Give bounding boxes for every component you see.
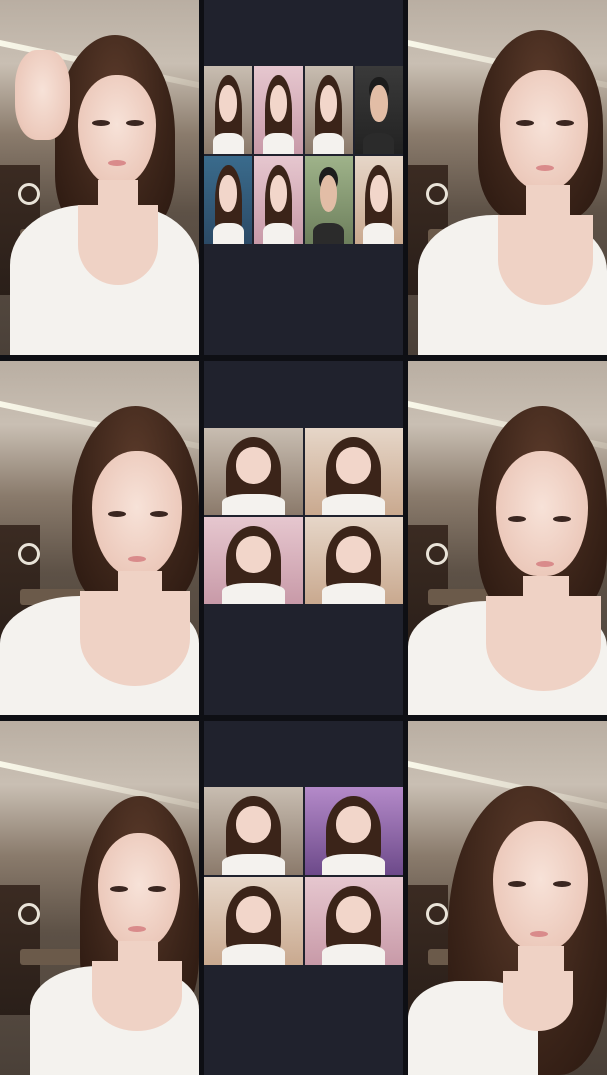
stream-tile-r3-left[interactable] [0,721,199,1075]
guest-tile[interactable] [304,66,353,154]
guest-mosaic [204,66,403,244]
stream-tile-r3-right[interactable] [408,721,607,1075]
guest-tile[interactable] [204,877,303,965]
stream-tile-r2-left[interactable] [0,361,199,715]
guest-tile[interactable] [304,787,403,875]
streamer [0,361,199,715]
guest-tile[interactable] [354,156,403,244]
streamer [408,0,607,355]
video-grid [0,0,607,1075]
guest-tile[interactable] [304,877,403,965]
streamer [0,0,199,355]
guest-tile[interactable] [254,66,303,154]
stream-tile-r2-right[interactable] [408,361,607,715]
guest-tile[interactable] [204,156,253,244]
stream-tile-r1-middle[interactable] [204,0,403,355]
stream-tile-r1-left[interactable] [0,0,199,355]
guest-mosaic [204,428,403,604]
streamer [408,721,607,1075]
streamer [408,361,607,715]
guest-tile[interactable] [354,66,403,154]
guest-tile[interactable] [204,66,253,154]
streamer [0,721,199,1075]
guest-tile[interactable] [304,428,403,515]
stream-tile-r3-middle[interactable] [204,721,403,1075]
guest-tile[interactable] [204,787,303,875]
guest-tile[interactable] [304,156,353,244]
stream-tile-r1-right[interactable] [408,0,607,355]
guest-tile[interactable] [304,517,403,604]
guest-tile[interactable] [254,156,303,244]
guest-tile[interactable] [204,517,303,604]
guest-tile[interactable] [204,428,303,515]
guest-mosaic [204,787,403,965]
stream-tile-r2-middle[interactable] [204,361,403,715]
